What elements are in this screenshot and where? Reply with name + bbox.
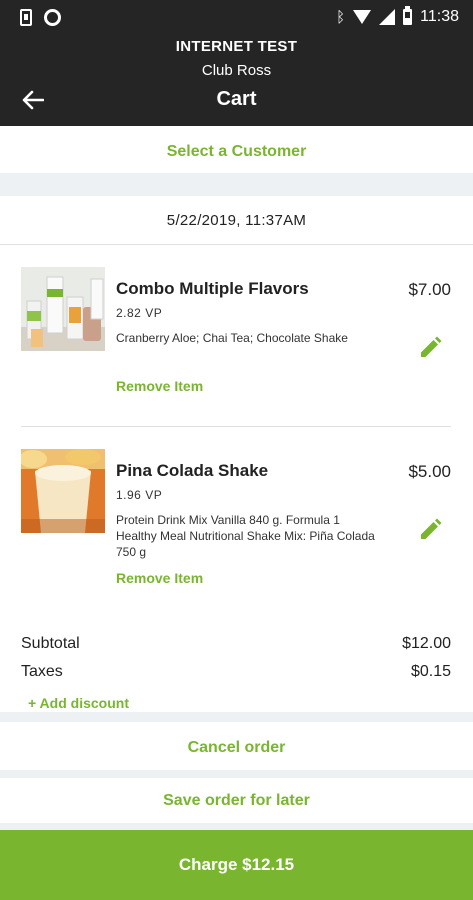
charge-button[interactable]: Charge $12.15 bbox=[0, 830, 473, 900]
status-time: 11:38 bbox=[420, 8, 459, 25]
add-discount-button[interactable]: + Add discount bbox=[28, 695, 129, 711]
item-price: $7.00 bbox=[408, 280, 451, 299]
edit-pencil-icon[interactable] bbox=[418, 336, 442, 360]
item-name: Pina Colada Shake bbox=[116, 461, 269, 480]
product-image-combo bbox=[21, 267, 105, 351]
divider bbox=[0, 244, 473, 245]
remove-item-button[interactable]: Remove Item bbox=[116, 570, 203, 586]
bluetooth-icon: ᛒ bbox=[336, 8, 346, 26]
taxes-row: Taxes $0.15 bbox=[21, 663, 451, 681]
select-customer-button[interactable]: Select a Customer bbox=[0, 143, 473, 161]
wifi-icon bbox=[353, 10, 372, 24]
taxes-label: Taxes bbox=[21, 663, 63, 680]
edit-pencil-icon[interactable] bbox=[418, 518, 442, 542]
remove-item-button[interactable]: Remove Item bbox=[116, 378, 203, 394]
back-arrow-icon[interactable] bbox=[22, 90, 44, 110]
circle-icon bbox=[44, 9, 61, 26]
product-image-pina-colada bbox=[21, 449, 105, 533]
store-name: INTERNET TEST bbox=[175, 38, 298, 55]
section-divider bbox=[0, 173, 473, 196]
save-order-button[interactable]: Save order for later bbox=[0, 792, 473, 810]
page-title: Cart bbox=[216, 88, 257, 110]
divider bbox=[21, 426, 451, 427]
battery-icon bbox=[403, 6, 413, 25]
item-vp: 1.96 VP bbox=[116, 488, 163, 502]
club-name: Club Ross bbox=[201, 62, 272, 79]
app-header: INTERNET TEST Club Ross Cart bbox=[0, 36, 473, 126]
phone-icon bbox=[20, 9, 32, 26]
status-bar: ᛒ 11:38 bbox=[0, 0, 473, 36]
item-description: Cranberry Aloe; Chai Tea; Chocolate Shak… bbox=[116, 331, 348, 345]
subtotal-row: Subtotal $12.00 bbox=[21, 635, 451, 653]
subtotal-label: Subtotal bbox=[21, 635, 80, 652]
item-name: Combo Multiple Flavors bbox=[116, 279, 309, 298]
signal-icon bbox=[379, 9, 396, 25]
order-datetime: 5/22/2019, 11:37AM bbox=[166, 212, 307, 229]
subtotal-value: $12.00 bbox=[402, 635, 451, 652]
section-divider bbox=[0, 712, 473, 722]
item-price: $5.00 bbox=[408, 462, 451, 481]
item-vp: 2.82 VP bbox=[116, 306, 163, 320]
section-divider bbox=[0, 770, 473, 778]
cancel-order-button[interactable]: Cancel order bbox=[0, 739, 473, 757]
section-divider bbox=[0, 823, 473, 830]
taxes-value: $0.15 bbox=[410, 663, 451, 680]
item-description: Protein Drink Mix Vanilla 840 g. Formula… bbox=[116, 513, 375, 559]
